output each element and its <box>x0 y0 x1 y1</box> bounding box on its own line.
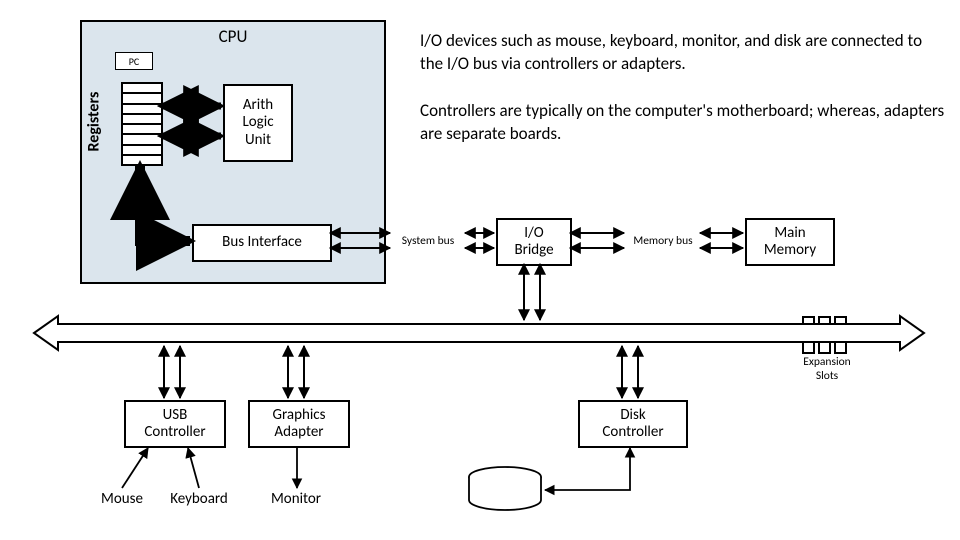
expansion-slots-label: Expansion Slots <box>792 355 862 383</box>
alu-block: Arith Logic Unit <box>223 84 293 162</box>
disk-label: Disk <box>492 485 542 503</box>
cpu-title: CPU <box>82 26 384 47</box>
register-file <box>121 82 163 166</box>
memory-bus-label: Memory bus <box>628 234 698 248</box>
mouse-label: Mouse <box>92 490 152 508</box>
io-bus-label: I/O Bus <box>362 322 412 341</box>
graphics-adapter-block: Graphics Adapter <box>248 400 350 448</box>
expansion-slot-2 <box>818 316 831 354</box>
description-1: I/O devices such as mouse, keyboard, mon… <box>420 30 940 76</box>
pc-register: PC <box>115 52 153 70</box>
main-memory-block: Main Memory <box>745 218 835 266</box>
expansion-slot-3 <box>834 316 847 354</box>
system-bus-label: System bus <box>393 234 463 248</box>
expansion-slot-1 <box>802 316 815 354</box>
registers-label: Registers <box>85 92 104 152</box>
usb-controller-block: USB Controller <box>124 400 226 448</box>
io-bridge-block: I/O Bridge <box>496 218 572 266</box>
registers-label-wrap: Registers <box>64 112 124 132</box>
disk-controller-block: Disk Controller <box>578 400 688 448</box>
pc-label: PC <box>129 55 140 68</box>
bus-interface-block: Bus Interface <box>192 224 332 262</box>
keyboard-label: Keyboard <box>164 490 234 508</box>
monitor-label: Monitor <box>266 490 326 508</box>
description-2: Controllers are typically on the compute… <box>420 100 950 146</box>
